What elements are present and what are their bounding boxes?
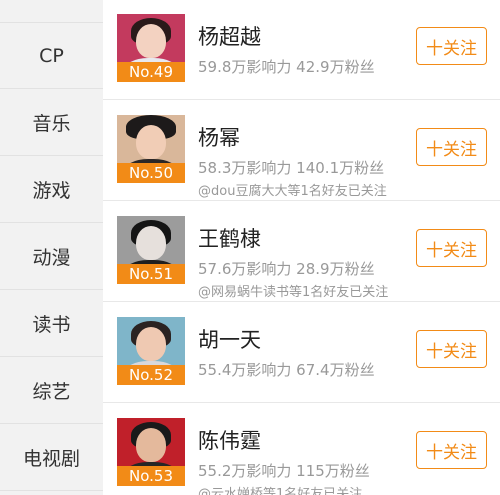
sidebar-item-games[interactable]: 游戏 bbox=[0, 156, 103, 223]
influence-stats: 55.4万影响力 67.4万粉丝 bbox=[198, 361, 375, 379]
follow-button[interactable]: 十关注 bbox=[416, 330, 487, 368]
avatar: No.52 bbox=[117, 317, 185, 385]
follow-button[interactable]: 十关注 bbox=[416, 27, 487, 65]
rank-badge: No.50 bbox=[117, 163, 185, 183]
sidebar-item-label: 读书 bbox=[32, 313, 71, 336]
rank-badge: No.49 bbox=[117, 62, 185, 82]
sidebar-item-music[interactable]: 音乐 bbox=[0, 89, 103, 156]
mutual-friends-text: @dou豆腐大大等1名好友已关注 bbox=[198, 184, 387, 199]
mutual-friends-text: @云水婵桥等1名好友已关注 bbox=[198, 487, 363, 495]
celebrity-name[interactable]: 杨超越 bbox=[198, 21, 261, 51]
avatar: No.51 bbox=[117, 216, 185, 284]
rank-badge: No.53 bbox=[117, 466, 185, 486]
sidebar-item-cp[interactable]: CP bbox=[0, 22, 103, 89]
mutual-friends-text: @网易蜗牛读书等1名好友已关注 bbox=[198, 285, 389, 300]
celebrity-name[interactable]: 王鹤棣 bbox=[198, 223, 261, 253]
rank-badge: No.51 bbox=[117, 264, 185, 284]
influence-stats: 57.6万影响力 28.9万粉丝 bbox=[198, 260, 375, 278]
ranking-row[interactable]: No.50 杨幂 58.3万影响力 140.1万粉丝 @dou豆腐大大等1名好友… bbox=[103, 100, 500, 201]
avatar: No.49 bbox=[117, 14, 185, 82]
rank-badge: No.52 bbox=[117, 365, 185, 385]
sidebar-item-reading[interactable]: 读书 bbox=[0, 290, 103, 357]
follow-button[interactable]: 十关注 bbox=[416, 431, 487, 469]
follow-button[interactable]: 十关注 bbox=[416, 229, 487, 267]
category-sidebar: CP 音乐 游戏 动漫 读书 综艺 电视剧 bbox=[0, 0, 103, 495]
influence-stats: 55.2万影响力 115万粉丝 bbox=[198, 462, 370, 480]
influence-stats: 59.8万影响力 42.9万粉丝 bbox=[198, 58, 375, 76]
sidebar-item-label: 综艺 bbox=[32, 380, 71, 403]
ranking-list: No.49 杨超越 59.8万影响力 42.9万粉丝 十关注 No.50 杨幂 … bbox=[103, 0, 500, 495]
sidebar-item-label: 游戏 bbox=[32, 179, 71, 202]
avatar: No.50 bbox=[117, 115, 185, 183]
sidebar-item-label: 电视剧 bbox=[22, 447, 80, 470]
sidebar-item-tv-series[interactable]: 电视剧 bbox=[0, 424, 103, 491]
celebrity-name[interactable]: 杨幂 bbox=[198, 122, 240, 152]
follow-button[interactable]: 十关注 bbox=[416, 128, 487, 166]
influence-stats: 58.3万影响力 140.1万粉丝 bbox=[198, 159, 385, 177]
sidebar-item-anime[interactable]: 动漫 bbox=[0, 223, 103, 290]
celebrity-name[interactable]: 陈伟霆 bbox=[198, 425, 261, 455]
sidebar-item-label: 动漫 bbox=[32, 246, 71, 269]
ranking-row[interactable]: No.52 胡一天 55.4万影响力 67.4万粉丝 十关注 bbox=[103, 302, 500, 403]
ranking-row[interactable]: No.53 陈伟霆 55.2万影响力 115万粉丝 @云水婵桥等1名好友已关注 … bbox=[103, 403, 500, 495]
sidebar-item-label: CP bbox=[39, 44, 64, 67]
avatar: No.53 bbox=[117, 418, 185, 486]
sidebar-item-variety[interactable]: 综艺 bbox=[0, 357, 103, 424]
sidebar-item-label: 音乐 bbox=[32, 112, 71, 135]
celebrity-name[interactable]: 胡一天 bbox=[198, 324, 261, 354]
ranking-row[interactable]: No.49 杨超越 59.8万影响力 42.9万粉丝 十关注 bbox=[103, 0, 500, 100]
ranking-row[interactable]: No.51 王鹤棣 57.6万影响力 28.9万粉丝 @网易蜗牛读书等1名好友已… bbox=[103, 201, 500, 302]
